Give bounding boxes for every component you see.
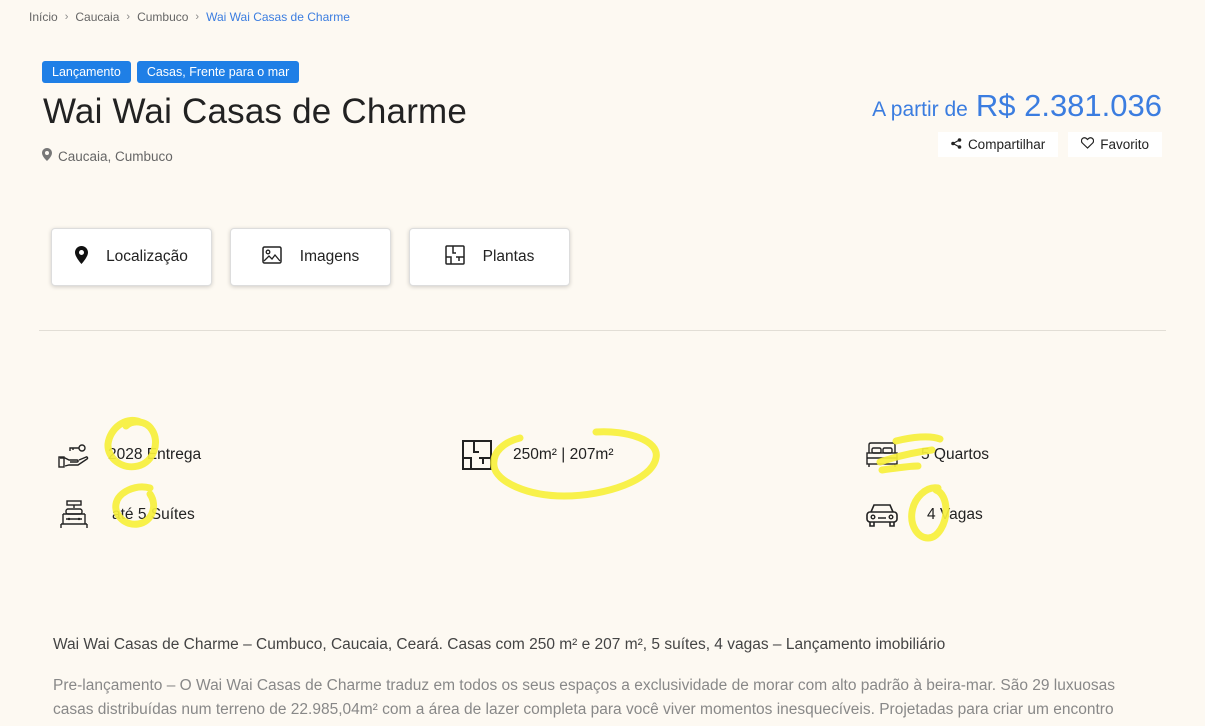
feature-suites-text: até 5 Suítes [112,506,195,523]
feature-parking-text: 4 Vagas [927,506,983,523]
map-pin-icon [75,245,89,269]
description-title: Wai Wai Casas de Charme – Cumbuco, Cauca… [53,636,946,653]
property-actions: Compartilhar Favorito [937,132,1162,157]
feature-parking: 4 Vagas [865,498,983,532]
feature-area-text: 250m² | 207m² [513,446,614,463]
tab-floorplans-label: Plantas [482,248,535,265]
image-icon [262,245,282,269]
favorite-label: Favorito [1100,137,1149,152]
property-location: Caucaia, Cumbuco [42,148,173,164]
badge-status[interactable]: Lançamento [42,61,131,83]
breadcrumb-caucaia[interactable]: Caucaia [75,10,119,24]
bed-icon [865,438,899,472]
breadcrumb-home[interactable]: Início [29,10,58,24]
feature-rooms-text: 5 Quartos [921,446,990,463]
feature-delivery: 2028 Entrega [57,438,201,472]
media-tabs: Localização Imagens Plantas [51,228,570,286]
tab-location-label: Localização [106,248,188,265]
badge-type[interactable]: Casas, Frente para o mar [136,61,300,83]
tab-images-label: Imagens [299,248,360,265]
heart-icon [1081,137,1095,152]
price-prefix: A partir de [872,98,968,121]
tab-location[interactable]: Localização [51,228,212,286]
description-body: Pre-lançamento – O Wai Wai Casas de Char… [53,677,1115,718]
floorplan-icon [460,438,494,472]
car-icon [865,498,899,532]
suite-bed-icon [57,498,91,532]
feature-delivery-text: 2028 Entrega [108,446,202,463]
property-badges: Lançamento Casas, Frente para o mar [42,61,300,83]
breadcrumb-current: Wai Wai Casas de Charme [206,10,350,24]
share-button[interactable]: Compartilhar [937,132,1059,157]
price: A partir de R$ 2.381.036 [872,88,1162,124]
chevron-right-icon: › [195,11,200,23]
map-pin-icon [42,148,52,164]
chevron-right-icon: › [64,11,69,23]
breadcrumb-cumbuco[interactable]: Cumbuco [137,10,188,24]
page-title: Wai Wai Casas de Charme [43,92,468,131]
favorite-button[interactable]: Favorito [1068,132,1162,157]
price-amount: R$ 2.381.036 [975,88,1162,123]
floorplan-icon [444,244,465,270]
breadcrumb: Início › Caucaia › Cumbuco › Wai Wai Cas… [29,10,350,24]
feature-suites: até 5 Suítes [57,498,195,532]
section-divider [39,330,1166,331]
keys-hand-icon [57,438,91,472]
chevron-right-icon: › [126,11,131,23]
location-text: Caucaia, Cumbuco [58,148,173,164]
share-label: Compartilhar [967,137,1046,152]
share-icon [951,137,962,152]
feature-area: 250m² | 207m² [460,438,614,472]
feature-rooms: 5 Quartos [865,438,989,472]
tab-images[interactable]: Imagens [230,228,391,286]
tab-floorplans[interactable]: Plantas [409,228,570,286]
